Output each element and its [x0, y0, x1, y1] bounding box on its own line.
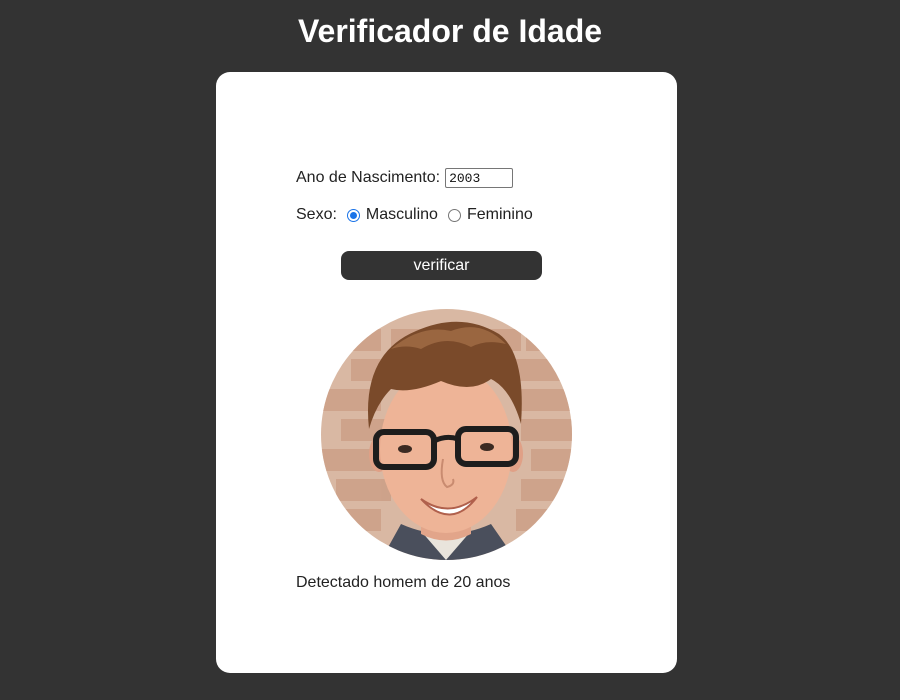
birth-year-label: Ano de Nascimento:	[296, 169, 441, 186]
page-title: Verificador de Idade	[297, 13, 603, 49]
birth-year-row: Ano de Nascimento:	[296, 168, 514, 188]
birth-year-input[interactable]	[445, 168, 514, 188]
result-photo	[321, 309, 572, 560]
radio-feminino[interactable]	[447, 208, 461, 222]
person-photo-illustration	[321, 309, 572, 560]
sex-label: Sexo:	[296, 206, 337, 223]
radio-feminino-label[interactable]: Feminino	[467, 206, 533, 224]
result-text: Detectado homem de 20 anos	[296, 574, 511, 591]
verifier-card: Ano de Nascimento: Sexo: Masculino Femin…	[216, 72, 677, 673]
radio-masculino-label[interactable]: Masculino	[366, 206, 438, 224]
radio-masculino[interactable]	[346, 208, 360, 222]
verify-button[interactable]: verificar	[341, 251, 542, 280]
sex-row: Sexo: Masculino Feminino	[296, 206, 533, 224]
